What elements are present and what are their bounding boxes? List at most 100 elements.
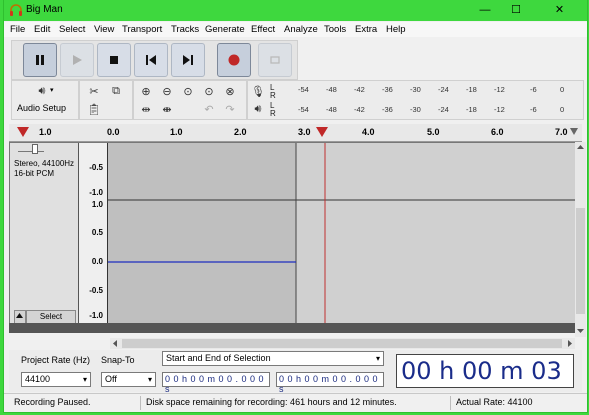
status-state: Recording Paused.: [14, 397, 91, 407]
menu-transport[interactable]: Transport: [122, 24, 162, 35]
menu-file[interactable]: File: [10, 24, 25, 35]
vruler-label: 0.5: [91, 228, 103, 237]
audio-setup-button[interactable]: Audio Setup: [17, 103, 66, 113]
skip-end-button[interactable]: [171, 43, 205, 77]
horizontal-scroll-thumb[interactable]: [122, 339, 562, 348]
selection-mode-select[interactable]: Start and End of Selection ▾: [162, 351, 384, 366]
menu-select[interactable]: Select: [59, 24, 85, 35]
edit-toolbar: ✂ ⧉ 📋︎: [79, 80, 133, 120]
selection-start-time[interactable]: 0 0 h 0 0 m 0 0 . 0 0 0 s: [162, 372, 270, 394]
selection-end-time[interactable]: 0 0 h 0 0 m 0 0 . 0 0 0 s: [276, 372, 384, 394]
ruler-scroll-arrow-icon[interactable]: [569, 127, 579, 137]
minimize-button[interactable]: —: [470, 0, 500, 21]
ruler-label: 2.0: [234, 127, 247, 137]
record-button[interactable]: [217, 43, 251, 77]
headphones-icon: [9, 3, 23, 17]
play-tick: 0: [560, 105, 565, 114]
horizontal-scrollbar[interactable]: [110, 338, 575, 349]
menu-analyze[interactable]: Analyze: [284, 24, 318, 35]
collapse-track-button[interactable]: [14, 310, 26, 324]
cut-icon[interactable]: ✂: [86, 83, 102, 99]
chevron-down-icon: ▾: [82, 375, 87, 384]
record-tick: -6: [530, 85, 537, 94]
ruler-label: 7.0: [555, 127, 568, 137]
project-rate-label: Project Rate (Hz): [21, 355, 91, 365]
menu-help[interactable]: Help: [386, 24, 406, 35]
vruler-label: -1.0: [89, 311, 103, 320]
vruler-label: -0.5: [89, 163, 103, 172]
track-info-depth: 16-bit PCM: [14, 169, 55, 178]
menu-tools[interactable]: Tools: [324, 24, 346, 35]
copy-icon[interactable]: ⧉: [108, 83, 124, 99]
skip-start-button[interactable]: [134, 43, 168, 77]
play-tick: -30: [410, 105, 421, 114]
play-button[interactable]: [60, 43, 94, 77]
record-tick: -18: [466, 85, 477, 94]
select-track-button[interactable]: Select: [26, 310, 76, 324]
vruler-label: 0.0: [91, 257, 103, 266]
paste-icon[interactable]: 📋︎: [86, 101, 102, 117]
microphone-icon[interactable]: 🎙︎: [250, 83, 266, 99]
menu-effect[interactable]: Effect: [251, 24, 275, 35]
scroll-up-icon[interactable]: [575, 142, 586, 152]
fit-project-icon[interactable]: ⊙: [201, 83, 217, 99]
menu-edit[interactable]: Edit: [34, 24, 50, 35]
play-meter-right-label: R: [270, 109, 276, 118]
pause-button[interactable]: [23, 43, 57, 77]
menu-view[interactable]: View: [94, 24, 114, 35]
close-button[interactable]: ✕: [532, 0, 587, 21]
waveform-area[interactable]: [108, 143, 576, 324]
loop-button[interactable]: [258, 43, 292, 77]
track-bottom-border: [9, 323, 575, 333]
pan-slider[interactable]: [18, 144, 44, 154]
vertical-scroll-thumb[interactable]: [576, 208, 585, 314]
chevron-down-icon: ▾: [50, 87, 54, 94]
maximize-button[interactable]: ☐: [501, 0, 531, 21]
audio-position-display[interactable]: 00 h 00 m 03 s: [396, 354, 574, 413]
zoom-toggle-icon[interactable]: ⊗: [222, 83, 238, 99]
loop-icon: [270, 56, 280, 64]
record-meter-right-label: R: [270, 91, 276, 100]
stop-button[interactable]: [97, 43, 131, 77]
undo-icon[interactable]: ↶: [201, 101, 217, 117]
menu-extra[interactable]: Extra: [355, 24, 377, 35]
menu-generate[interactable]: Generate: [205, 24, 245, 35]
scroll-left-icon[interactable]: [110, 338, 120, 349]
trim-icon[interactable]: ⇹: [138, 101, 154, 117]
fit-selection-icon[interactable]: ⊙: [180, 83, 196, 99]
vruler-label: -1.0: [89, 188, 103, 197]
vertical-scrollbar[interactable]: [575, 142, 586, 337]
play-tick: -36: [382, 105, 393, 114]
window-title: Big Man: [26, 4, 63, 15]
record-icon: [228, 54, 240, 66]
track-control-panel[interactable]: Stereo, 44100Hz 16-bit PCM Select: [10, 143, 79, 324]
record-position-marker-icon: [316, 127, 328, 137]
play-tick: -6: [530, 105, 537, 114]
transport-toolbar: [11, 40, 298, 80]
zoom-in-icon[interactable]: ⊕: [138, 83, 154, 99]
ruler-label: 4.0: [362, 127, 375, 137]
play-tick: -42: [354, 105, 365, 114]
timeline-ruler[interactable]: 1.0 0.0 1.0 2.0 3.0 4.0 5.0 6.0 7.0: [9, 124, 582, 142]
status-disk-space: Disk space remaining for recording: 461 …: [146, 397, 397, 407]
scroll-down-icon[interactable]: [575, 326, 586, 336]
snap-to-select[interactable]: Off ▾: [101, 372, 156, 387]
record-tick: 0: [560, 85, 565, 94]
silence-icon[interactable]: ⇼: [159, 101, 175, 117]
project-rate-select[interactable]: 44100 ▾: [21, 372, 91, 387]
ruler-label: 1.0: [39, 127, 52, 137]
record-tick: -12: [494, 85, 505, 94]
playback-speaker-icon[interactable]: 🔊︎: [250, 101, 266, 117]
redo-icon[interactable]: ↷: [222, 101, 238, 117]
play-tick: -12: [494, 105, 505, 114]
zoom-out-icon[interactable]: ⊖: [159, 83, 175, 99]
status-bar: Recording Paused. Disk space remaining f…: [4, 393, 587, 412]
menu-tracks[interactable]: Tracks: [171, 24, 199, 35]
scroll-right-icon[interactable]: [565, 338, 575, 349]
ruler-label: 6.0: [491, 127, 504, 137]
ruler-label: 0.0: [107, 127, 120, 137]
play-head-marker-icon: [17, 127, 29, 137]
record-tick: -42: [354, 85, 365, 94]
skip-to-end-icon: [183, 55, 193, 65]
audio-track[interactable]: Stereo, 44100Hz 16-bit PCM Select -0.5 -…: [9, 142, 577, 325]
